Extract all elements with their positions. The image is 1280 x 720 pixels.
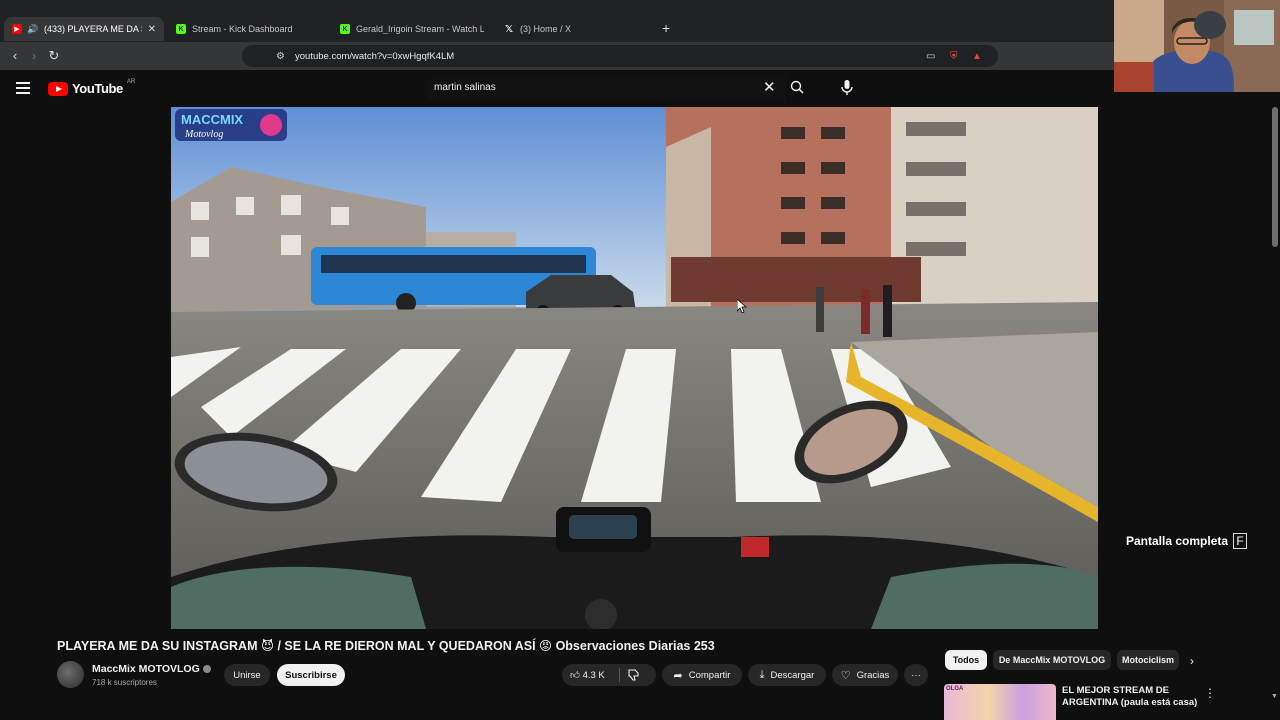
site-settings-icon[interactable]: ⚙ xyxy=(276,51,285,62)
like-dislike-group: 👍︎ 4.3 K xyxy=(562,664,656,686)
youtube-header: YouTube AR martin salinas ✕ xyxy=(0,70,1280,107)
back-icon[interactable]: ‹ xyxy=(7,48,23,64)
share-button[interactable]: ➦ Compartir xyxy=(662,664,742,686)
thumbs-down-icon[interactable] xyxy=(628,668,640,686)
browser-toolbar: ‹ › ↻ ⚙ youtube.com/watch?v=0xwHgqfK4LM … xyxy=(0,42,1280,103)
search-icon[interactable] xyxy=(790,80,804,99)
channel-name: MaccMix MOTOVLOG xyxy=(92,663,200,675)
channel-watermark-logo: MACCMIX Motovlog xyxy=(175,109,287,141)
thumbs-up-icon: 👍︎ xyxy=(570,670,580,681)
verified-check-icon xyxy=(202,665,211,673)
browser-tab-kick-stream[interactable]: K Gerald_Irigoin Stream - Watch Live o xyxy=(332,17,492,41)
mouse-cursor-icon xyxy=(737,299,747,313)
webcam-overlay xyxy=(1114,0,1280,92)
chip-from-channel[interactable]: De MaccMix MOTOVLOG xyxy=(993,650,1111,670)
download-button[interactable]: ⤓ Descargar xyxy=(748,664,826,686)
tab-title: (3) Home / X xyxy=(520,24,572,34)
share-icon: ➦ xyxy=(673,669,683,682)
youtube-wordmark: YouTube xyxy=(72,81,123,96)
share-label: Compartir xyxy=(688,669,731,681)
address-bar[interactable]: ⚙ youtube.com/watch?v=0xwHgqfK4LM ▭ ⛨ ▲ xyxy=(242,45,998,67)
scroll-down-arrow-icon[interactable]: ▼ xyxy=(1271,693,1278,700)
like-separator xyxy=(619,668,620,682)
kebab-menu-icon[interactable]: ⋮ xyxy=(1204,686,1216,700)
brave-shield-icon[interactable]: ⛨ xyxy=(950,51,958,62)
fullscreen-tooltip-label: Pantalla completa xyxy=(1126,534,1229,548)
speaker-icon[interactable]: 🔊 xyxy=(27,24,38,34)
x-icon: 𝕏 xyxy=(504,23,514,35)
chip-all[interactable]: Todos xyxy=(945,650,987,670)
thumbnail-caption: OLGA xyxy=(946,686,964,692)
download-icon: ⤓ xyxy=(759,668,765,681)
fullscreen-tooltip: Pantalla completa F xyxy=(1126,533,1247,549)
chip-label: Todos xyxy=(952,655,980,665)
related-video-thumbnail[interactable]: OLGA xyxy=(944,684,1056,720)
chip-motorcycling[interactable]: Motociclism xyxy=(1117,650,1179,670)
forward-icon[interactable]: › xyxy=(26,48,42,64)
page-scrollbar[interactable] xyxy=(1272,107,1278,247)
video-player[interactable]: MACCMIX Motovlog xyxy=(171,107,1098,629)
browser-tab-strip: ▶ 🔊 (433) PLAYERA ME DA SU INSTAGRAM ✕ K… xyxy=(0,0,1280,42)
join-label: Unirse xyxy=(233,669,261,681)
channel-avatar[interactable] xyxy=(57,661,84,688)
kick-icon: K xyxy=(340,24,350,34)
kick-icon: K xyxy=(176,24,186,34)
subscribe-label: Suscribirse xyxy=(285,669,337,681)
tab-title: (433) PLAYERA ME DA SU INSTAGRAM xyxy=(44,24,142,34)
video-frame xyxy=(171,107,1098,629)
new-tab-button[interactable]: + xyxy=(662,20,670,36)
menu-icon[interactable] xyxy=(16,82,30,97)
close-tab-icon[interactable]: ✕ xyxy=(148,24,156,35)
microphone-icon[interactable] xyxy=(840,79,854,101)
rewards-icon[interactable]: ▲ xyxy=(972,51,982,62)
video-title: PLAYERA ME DA SU INSTAGRAM 😈 / SE LA RE … xyxy=(57,639,715,653)
like-count: 4.3 K xyxy=(582,670,605,681)
more-actions-button[interactable]: ··· xyxy=(904,664,928,686)
youtube-icon: ▶ xyxy=(12,24,22,34)
browser-tab-kick-dashboard[interactable]: K Stream - Kick Dashboard xyxy=(168,17,328,41)
country-code: AR xyxy=(126,78,136,85)
browser-tab-youtube[interactable]: ▶ 🔊 (433) PLAYERA ME DA SU INSTAGRAM ✕ xyxy=(4,17,164,41)
url-text: youtube.com/watch?v=0xwHgqfK4LM xyxy=(295,50,455,62)
tab-title: Gerald_Irigoin Stream - Watch Live o xyxy=(356,24,484,34)
chevron-right-icon[interactable]: › xyxy=(1190,654,1194,668)
cast-icon[interactable]: ▭ xyxy=(926,51,935,62)
reload-icon[interactable]: ↻ xyxy=(46,48,62,64)
more-icon: ··· xyxy=(911,669,921,681)
channel-name-link[interactable]: MaccMix MOTOVLOG xyxy=(92,663,211,675)
chip-label: De MaccMix MOTOVLOG xyxy=(998,655,1106,665)
youtube-play-icon xyxy=(48,81,68,96)
fullscreen-shortcut-key: F xyxy=(1233,533,1247,549)
tab-title: Stream - Kick Dashboard xyxy=(192,24,293,34)
heart-dollar-icon: ♡ xyxy=(840,669,851,682)
browser-tab-x-home[interactable]: 𝕏 (3) Home / X xyxy=(496,17,656,41)
svg-text:Motovlog: Motovlog xyxy=(184,129,223,140)
chip-label: Motociclism xyxy=(1121,655,1174,665)
search-input[interactable]: martin salinas ✕ xyxy=(424,76,786,101)
subscribe-button[interactable]: Suscribirse xyxy=(277,664,345,686)
thanks-label: Gracias xyxy=(856,669,890,681)
svg-text:MACCMIX: MACCMIX xyxy=(181,112,243,127)
clear-search-icon[interactable]: ✕ xyxy=(763,80,776,95)
thanks-button[interactable]: ♡ Gracias xyxy=(832,664,898,686)
youtube-logo[interactable]: YouTube AR xyxy=(48,78,136,96)
download-label: Descargar xyxy=(770,669,815,681)
join-button[interactable]: Unirse xyxy=(224,664,270,686)
like-button[interactable]: 👍︎ 4.3 K xyxy=(570,669,605,681)
related-video-title[interactable]: EL MEJOR STREAM DE ARGENTINA (paula está… xyxy=(1062,685,1202,709)
subscriber-count: 718 k suscriptores xyxy=(92,678,157,687)
search-query: martin salinas xyxy=(434,82,496,93)
